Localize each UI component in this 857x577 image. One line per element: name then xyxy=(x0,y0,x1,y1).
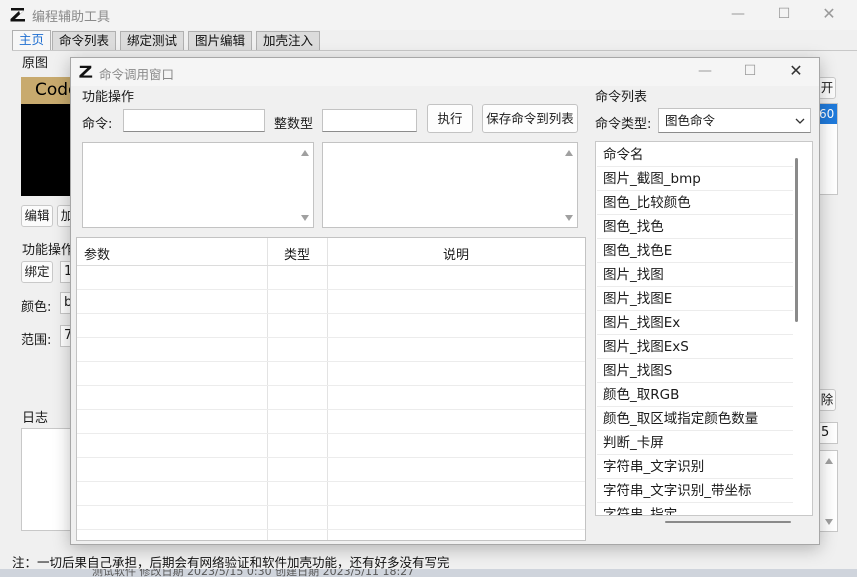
left-textbox-scrollbar[interactable] xyxy=(297,143,313,227)
int-input[interactable] xyxy=(322,109,417,132)
list-item[interactable]: 判断_卡屏 xyxy=(597,431,793,455)
main-maximize-button[interactable]: ☐ xyxy=(762,3,806,27)
grid-row[interactable] xyxy=(77,410,585,434)
log-textbox[interactable] xyxy=(21,428,76,531)
list-item[interactable]: 图色_找色E xyxy=(597,239,793,263)
grid-row[interactable] xyxy=(77,290,585,314)
delete-button[interactable]: 除 xyxy=(818,389,836,411)
scroll-down-icon[interactable] xyxy=(825,519,833,525)
command-input[interactable] xyxy=(123,109,265,132)
tab-command-list[interactable]: 命令列表 xyxy=(52,31,117,50)
scroll-down-icon[interactable] xyxy=(301,215,309,221)
list-item[interactable]: 颜色_取RGB xyxy=(597,383,793,407)
grid-header-params[interactable]: 参数 xyxy=(84,244,110,263)
parameter-grid[interactable]: 参数 类型 说明 xyxy=(76,237,586,541)
list-vertical-scrollbar[interactable] xyxy=(795,158,798,322)
color-label: 颜色: xyxy=(21,300,52,315)
scroll-up-icon[interactable] xyxy=(301,150,309,156)
dialog-title: 命令调用窗口 xyxy=(99,67,175,82)
scroll-up-icon[interactable] xyxy=(825,458,833,464)
tab-shell-inject[interactable]: 加壳注入 xyxy=(256,31,321,50)
bottom-partial-strip: 测试软件 修改日期 2023/5/15 0:30 创建日期 2023/5/11 … xyxy=(0,569,857,577)
range-label: 范围: xyxy=(21,333,52,348)
list-item[interactable]: 图片_截图_bmp xyxy=(597,167,793,191)
right-textbox[interactable] xyxy=(818,450,838,532)
list-horizontal-scrollbar[interactable] xyxy=(665,521,791,523)
tab-bind-test[interactable]: 绑定测试 xyxy=(120,31,185,50)
list-item[interactable]: 图色_找色 xyxy=(597,215,793,239)
chevron-down-icon xyxy=(795,118,805,124)
list-item[interactable]: 命令名 xyxy=(597,143,793,167)
main-minimize-button[interactable]: — xyxy=(716,3,760,27)
list-item[interactable]: 图片_找图Ex xyxy=(597,311,793,335)
grid-row[interactable] xyxy=(77,434,585,458)
list-item[interactable]: 字符串_指定 xyxy=(597,503,793,515)
grid-row[interactable] xyxy=(77,266,585,290)
list-item[interactable]: 图色_比较颜色 xyxy=(597,191,793,215)
params-textbox-left[interactable] xyxy=(82,142,314,228)
command-call-dialog: 命令调用窗口 — ☐ ✕ 功能操作 命令: 整数型 执行 保存命令到列表 参数 … xyxy=(70,57,820,545)
bind-button[interactable]: 绑定 xyxy=(21,261,53,283)
grid-row[interactable] xyxy=(77,338,585,362)
list-item[interactable]: 字符串_文字识别 xyxy=(597,455,793,479)
list-item[interactable]: 图片_找图E xyxy=(597,287,793,311)
dialog-close-button[interactable]: ✕ xyxy=(774,60,818,84)
scroll-down-icon[interactable] xyxy=(565,215,573,221)
grid-row[interactable] xyxy=(77,386,585,410)
grid-header-desc[interactable]: 说明 xyxy=(443,244,469,263)
dialog-titlebar: 命令调用窗口 — ☐ ✕ xyxy=(71,58,819,86)
command-type-value: 图色命令 xyxy=(665,113,716,128)
execute-button[interactable]: 执行 xyxy=(427,104,473,133)
grid-row[interactable] xyxy=(77,458,585,482)
tab-home[interactable]: 主页 xyxy=(12,30,52,50)
original-image-label: 原图 xyxy=(22,56,49,71)
main-window-title: 编程辅助工具 xyxy=(32,10,111,25)
list-item[interactable]: 字符串_文字识别_带坐标 xyxy=(597,479,793,503)
grid-row[interactable] xyxy=(77,362,585,386)
dialog-minimize-button[interactable]: — xyxy=(683,60,727,84)
scroll-up-icon[interactable] xyxy=(565,150,573,156)
right-list[interactable]: 60 xyxy=(818,103,838,195)
grid-header-type[interactable]: 类型 xyxy=(284,244,310,263)
command-label: 命令: xyxy=(82,117,113,132)
command-list-label: 命令列表 xyxy=(595,90,648,105)
int-type-label: 整数型 xyxy=(274,117,314,132)
list-item[interactable]: 图片_找图S xyxy=(597,359,793,383)
right-textbox-scrollbar[interactable] xyxy=(561,143,577,227)
right-number-field[interactable]: 5 xyxy=(818,422,838,444)
save-to-list-button[interactable]: 保存命令到列表 xyxy=(482,104,578,133)
main-tab-strip: 主页 命令列表 绑定测试 图片编辑 加壳注入 xyxy=(10,30,857,50)
open-button[interactable]: 开 xyxy=(818,77,836,99)
app-logo-icon xyxy=(10,8,25,22)
params-textbox-right[interactable] xyxy=(322,142,578,228)
func-ops-label: 功能操作 xyxy=(22,243,75,258)
command-listbox[interactable]: 命令名 图片_截图_bmp 图色_比较颜色 图色_找色 图色_找色E 图片_找图… xyxy=(595,141,813,516)
main-close-button[interactable]: ✕ xyxy=(807,3,851,27)
grid-row[interactable] xyxy=(77,482,585,506)
bottom-partial-text: 测试软件 修改日期 2023/5/15 0:30 创建日期 2023/5/11 … xyxy=(92,569,415,577)
grid-row[interactable] xyxy=(77,506,585,530)
command-type-select[interactable]: 图色命令 xyxy=(658,108,811,133)
dialog-maximize-button[interactable]: ☐ xyxy=(728,60,772,84)
list-item[interactable]: 图片_找图ExS xyxy=(597,335,793,359)
command-type-label: 命令类型: xyxy=(595,117,652,132)
list-item[interactable]: 颜色_取区域指定颜色数量 xyxy=(597,407,793,431)
log-label: 日志 xyxy=(22,411,49,426)
main-titlebar: 编程辅助工具 — ☐ ✕ xyxy=(0,0,857,30)
list-item[interactable]: 图片_找图 xyxy=(597,263,793,287)
grid-row[interactable] xyxy=(77,314,585,338)
dialog-func-ops-label: 功能操作 xyxy=(82,90,135,105)
edit-button[interactable]: 编辑 xyxy=(21,205,53,227)
dialog-logo-icon xyxy=(79,65,93,78)
right-list-selected: 60 xyxy=(819,104,837,124)
grid-header: 参数 类型 说明 xyxy=(77,238,585,266)
tab-image-edit[interactable]: 图片编辑 xyxy=(188,31,253,50)
